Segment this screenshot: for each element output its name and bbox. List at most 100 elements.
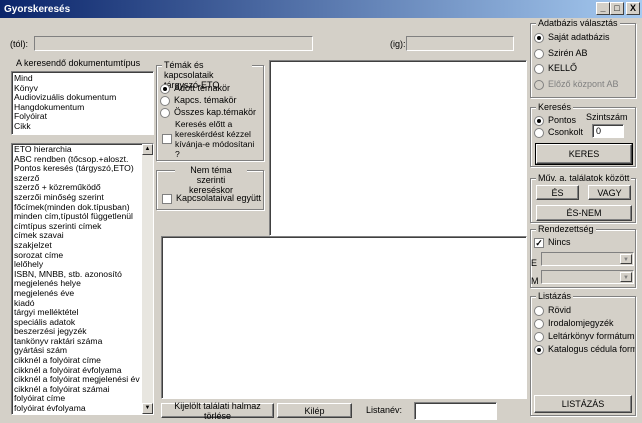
list-item[interactable]: minden cím,típustól függetlenül [12, 212, 142, 222]
title-bar: Gyorskeresés _ □ X [0, 0, 642, 18]
non-topic-group: Nem téma szerinti kereséskor Kapcsolatai… [156, 165, 264, 210]
vertical-scrollbar[interactable]: ▲ ▼ [142, 144, 153, 414]
exit-button[interactable]: Kilép [277, 403, 352, 418]
radio-icon[interactable] [160, 95, 170, 106]
search-button[interactable]: KERES [535, 143, 633, 165]
database-group: Adatbázis választás Saját adatbázis Szir… [530, 18, 636, 98]
from-label: (tól): [10, 39, 28, 49]
with-relations-option[interactable]: Kapcsolataival együtt [162, 193, 261, 204]
to-label: (ig): [390, 39, 406, 49]
list-item[interactable]: sorozat címe [12, 251, 142, 261]
close-button[interactable]: X [626, 2, 640, 15]
listing-option-bibliography[interactable]: Irodalomjegyzék [534, 318, 614, 329]
list-item[interactable]: Cikk [12, 122, 153, 132]
list-item[interactable]: szakjelzet [12, 241, 142, 251]
search-field-list[interactable]: ETO hierarchia ABC rendben (tőcsop.+alos… [11, 143, 154, 415]
operations-group: Műv. a. találatok között ÉS VAGY ÉS-NEM [530, 173, 636, 223]
results-area[interactable] [161, 236, 527, 399]
radio-icon[interactable] [534, 63, 544, 74]
list-item[interactable]: speciális adatok [12, 318, 142, 328]
or-button[interactable]: VAGY [588, 185, 631, 200]
list-item[interactable]: beszerzési jegyzék [12, 327, 142, 337]
topic-results-area[interactable] [269, 60, 527, 236]
and-button[interactable]: ÉS [536, 185, 579, 200]
topic-option-0[interactable]: Adott témakör [160, 83, 230, 94]
list-item[interactable]: folyóirat évfolyama [12, 404, 142, 414]
list-item[interactable]: ISBN, MNBB, stb. azonosító [12, 270, 142, 280]
scroll-up-icon[interactable]: ▲ [142, 144, 153, 155]
database-option-siren[interactable]: Szirén AB [534, 48, 588, 59]
radio-icon[interactable] [534, 318, 544, 329]
list-item[interactable]: tankönyv raktári száma [12, 337, 142, 347]
list-item[interactable]: főcímek(minden dok.típusban) [12, 203, 142, 213]
list-item[interactable]: lelőhely [12, 260, 142, 270]
doctype-list[interactable]: Mind Könyv Audiovizuális dokumentum Hang… [11, 71, 154, 135]
topics-group: Témák és kapcsolataik tárgyszó-ETO Adott… [156, 60, 264, 161]
list-item[interactable]: kiadó [12, 299, 142, 309]
list-item[interactable]: cikknél a folyóirat címe [12, 356, 142, 366]
list-item[interactable]: szerző [12, 174, 142, 184]
order-m-select[interactable]: ▼ [541, 270, 634, 284]
order-e-select[interactable]: ▼ [541, 252, 634, 266]
list-item[interactable]: címek szavai [12, 231, 142, 241]
from-field[interactable] [34, 36, 313, 51]
scroll-down-icon[interactable]: ▼ [142, 403, 153, 414]
clear-selection-button[interactable]: Kijelölt találati halmaz törlése [161, 401, 274, 421]
list-item[interactable]: szerzői minőség szerint [12, 193, 142, 203]
list-item[interactable]: folyóirat címe [12, 394, 142, 404]
to-field[interactable] [406, 36, 514, 51]
list-item[interactable]: megjelenés éve [12, 289, 142, 299]
radio-icon[interactable] [160, 107, 170, 118]
topic-option-2[interactable]: Összes kap.témakör [160, 107, 256, 118]
radio-icon[interactable] [534, 115, 544, 126]
listing-option-short[interactable]: Rövid [534, 305, 571, 316]
modify-query-checkbox[interactable] [162, 133, 172, 144]
radio-icon[interactable] [534, 32, 544, 43]
radio-icon[interactable] [160, 83, 170, 94]
radio-icon[interactable] [534, 48, 544, 59]
list-item[interactable]: címtípus szerinti címek [12, 222, 142, 232]
listing-option-catalog-card[interactable]: Katalogus cédula form [534, 344, 635, 355]
level-input[interactable]: 0 [592, 124, 624, 138]
list-item[interactable]: cikknél a folyóirat számai [12, 385, 142, 395]
list-item[interactable]: tárgyi melléktétel [12, 308, 142, 318]
listing-group: Listázás Rövid Irodalomjegyzék Leltárkön… [530, 291, 636, 416]
chevron-down-icon[interactable]: ▼ [620, 254, 632, 264]
radio-icon[interactable] [534, 127, 544, 138]
database-option-own[interactable]: Saját adatbázis [534, 32, 610, 43]
search-option-exact[interactable]: Pontos [534, 115, 576, 126]
list-item[interactable]: megjelenés helye [12, 279, 142, 289]
database-option-kello[interactable]: KELLŐ [534, 63, 577, 74]
search-option-truncated[interactable]: Csonkolt [534, 127, 583, 138]
order-none-option[interactable]: ✓ Nincs [534, 237, 571, 248]
topic-option-1[interactable]: Kapcs. témakör [160, 95, 237, 106]
list-item[interactable]: gyártási szám [12, 346, 142, 356]
list-item[interactable]: ABC rendben (tőcsop.+aloszt. [12, 155, 142, 165]
radio-icon[interactable] [534, 331, 544, 342]
list-item[interactable]: Mind [12, 74, 153, 84]
maximize-button[interactable]: □ [610, 2, 624, 15]
minimize-button[interactable]: _ [596, 2, 610, 15]
list-item[interactable]: Könyv [12, 84, 153, 94]
and-not-button[interactable]: ÉS-NEM [536, 205, 632, 221]
list-item[interactable]: Pontos keresés (tárgyszó,ETO) [12, 164, 142, 174]
list-item[interactable]: cikknél a folyóirat megjelenési év [12, 375, 142, 385]
list-item[interactable]: Audiovizuális dokumentum [12, 93, 153, 103]
list-item[interactable]: Folyóirat [12, 112, 153, 122]
checkbox-checked-icon[interactable]: ✓ [534, 237, 544, 248]
radio-icon[interactable] [534, 305, 544, 316]
doctype-label: A keresendő dokumentumtípus [16, 58, 141, 68]
list-item[interactable]: szerző + közreműködő [12, 183, 142, 193]
list-item[interactable]: cikknél a folyóirat évfolyama [12, 366, 142, 376]
list-item[interactable]: Hangdokumentum [12, 103, 153, 113]
radio-icon[interactable] [534, 344, 544, 355]
window-title: Gyorskeresés [4, 3, 71, 15]
list-button[interactable]: LISTÁZÁS [534, 395, 632, 413]
listname-input[interactable] [414, 402, 497, 420]
listing-option-inventory[interactable]: Leltárkönyv formátum [534, 331, 635, 342]
chevron-down-icon[interactable]: ▼ [620, 272, 632, 282]
listname-label: Listanév: [366, 405, 403, 415]
list-item[interactable]: ETO hierarchia [12, 145, 142, 155]
database-option-previous: Előző központ AB [534, 79, 619, 90]
checkbox-icon[interactable] [162, 193, 172, 204]
